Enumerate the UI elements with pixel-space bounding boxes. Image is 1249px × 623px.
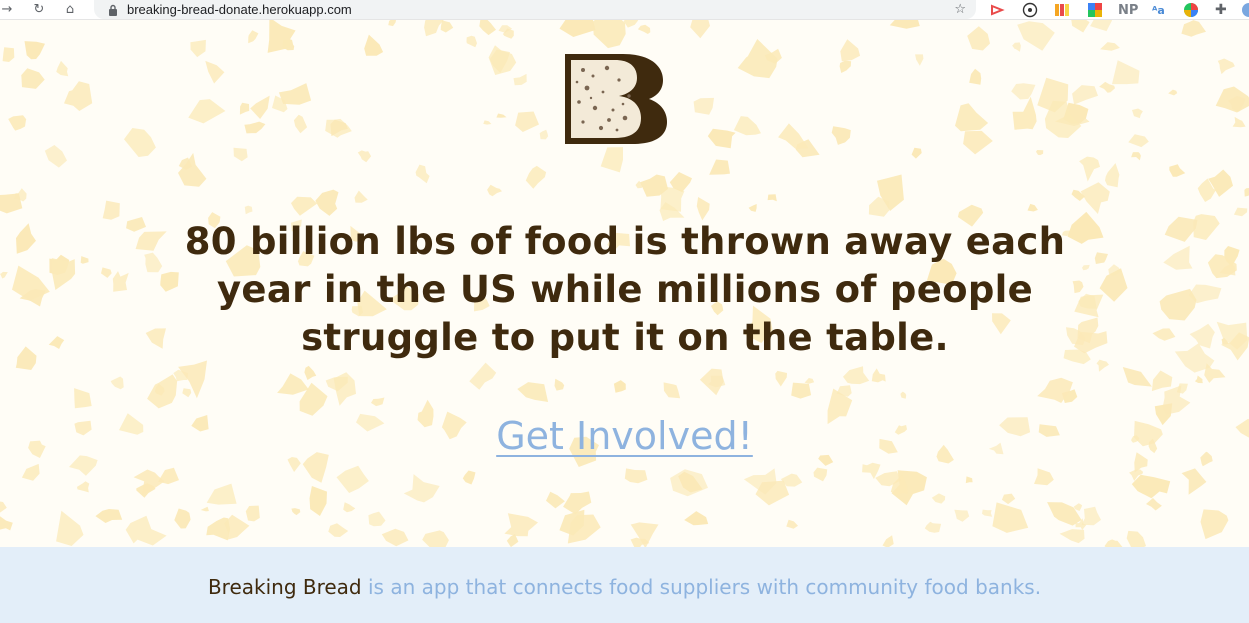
forward-icon[interactable]: → [0,0,14,20]
lock-icon [106,0,120,20]
bookmark-star-icon[interactable]: ☆ [954,0,966,20]
flag-icon[interactable] [1054,0,1070,20]
color-wheel-icon[interactable] [1183,0,1199,20]
play-icon[interactable] [990,0,1006,20]
extensions-icon[interactable]: ✚ [1215,0,1227,20]
reload-icon[interactable]: ↻ [30,0,48,20]
text-icon[interactable]: ᴬa [1152,0,1165,20]
about-band: Breaking Bread is an app that connects f… [0,547,1249,623]
profile-icon[interactable] [1241,0,1249,20]
hero-section: 80 billion lbs of food is thrown away ea… [0,20,1249,547]
breaking-bread-logo [565,54,667,144]
cta-container: Get Involved! [0,412,1249,460]
headline: 80 billion lbs of food is thrown away ea… [184,220,1066,359]
brand-name: Breaking Bread [207,575,362,599]
home-icon[interactable]: ⌂ [60,0,80,20]
np-icon[interactable]: NP [1118,0,1138,20]
url-text: breaking-bread-donate.herokuapp.com [127,2,352,17]
browser-toolbar: → ↻ ⌂ breaking-bread-donate.herokuapp.co… [0,0,1249,20]
about-text: Breaking Bread is an app that connects f… [0,575,1249,599]
circle-icon[interactable] [1022,0,1038,20]
get-involved-link[interactable]: Get Involved! [496,414,753,458]
address-bar[interactable]: breaking-bread-donate.herokuapp.com ☆ [94,0,976,19]
app-description: is an app that connects food suppliers w… [361,575,1042,599]
puzzle-tile-icon[interactable] [1087,0,1103,20]
